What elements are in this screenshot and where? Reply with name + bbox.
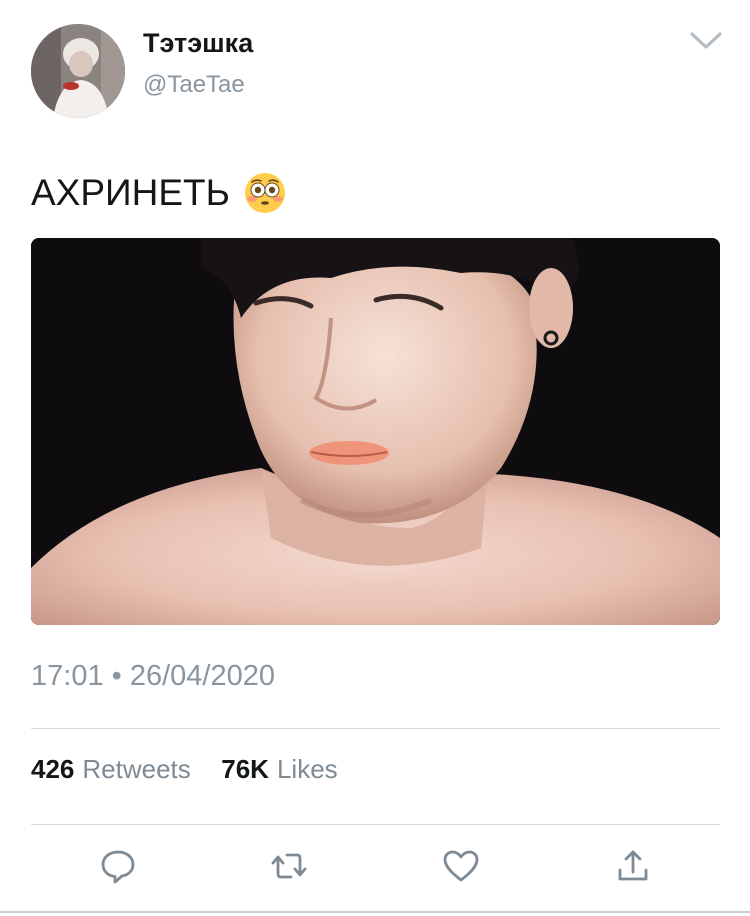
likes-label: Likes [276,754,338,784]
avatar-photo [31,24,125,118]
share-icon[interactable] [613,846,653,886]
retweets-stat[interactable]: 426 Retweets [31,754,198,784]
divider [31,824,720,825]
flushed-face-emoji-icon [244,173,285,213]
tweet-timestamp: 17:01 • 26/04/2020 [31,660,275,692]
author-avatar[interactable] [31,24,125,118]
author-handle[interactable]: @TaeTae [143,71,245,99]
tweet-text-content: АХРИНЕТЬ [31,172,230,213]
like-icon[interactable] [441,846,481,886]
chevron-down-icon[interactable] [688,28,724,52]
retweets-label: Retweets [82,754,191,784]
tweet-text: АХРИНЕТЬ [31,172,286,214]
photo-image [31,238,720,625]
tweet-media-photo[interactable] [31,238,720,625]
divider [31,728,720,729]
reply-icon[interactable] [98,846,138,886]
author-display-name[interactable]: Тэтэшка [143,28,253,59]
tweet-stats: 426 Retweets 76K Likes [31,754,338,785]
retweet-icon[interactable] [269,846,309,886]
bottom-border [0,911,750,913]
likes-stat[interactable]: 76K Likes [221,754,337,784]
likes-count: 76K [221,754,269,784]
retweets-count: 426 [31,754,75,784]
